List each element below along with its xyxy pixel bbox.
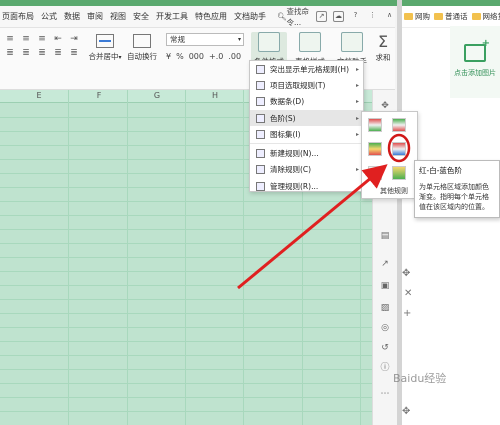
annotation-overlay	[237, 133, 411, 290]
watermark: Baidu经验	[393, 372, 447, 385]
annotation-arrow	[237, 164, 388, 290]
annotation-circle	[387, 133, 411, 163]
